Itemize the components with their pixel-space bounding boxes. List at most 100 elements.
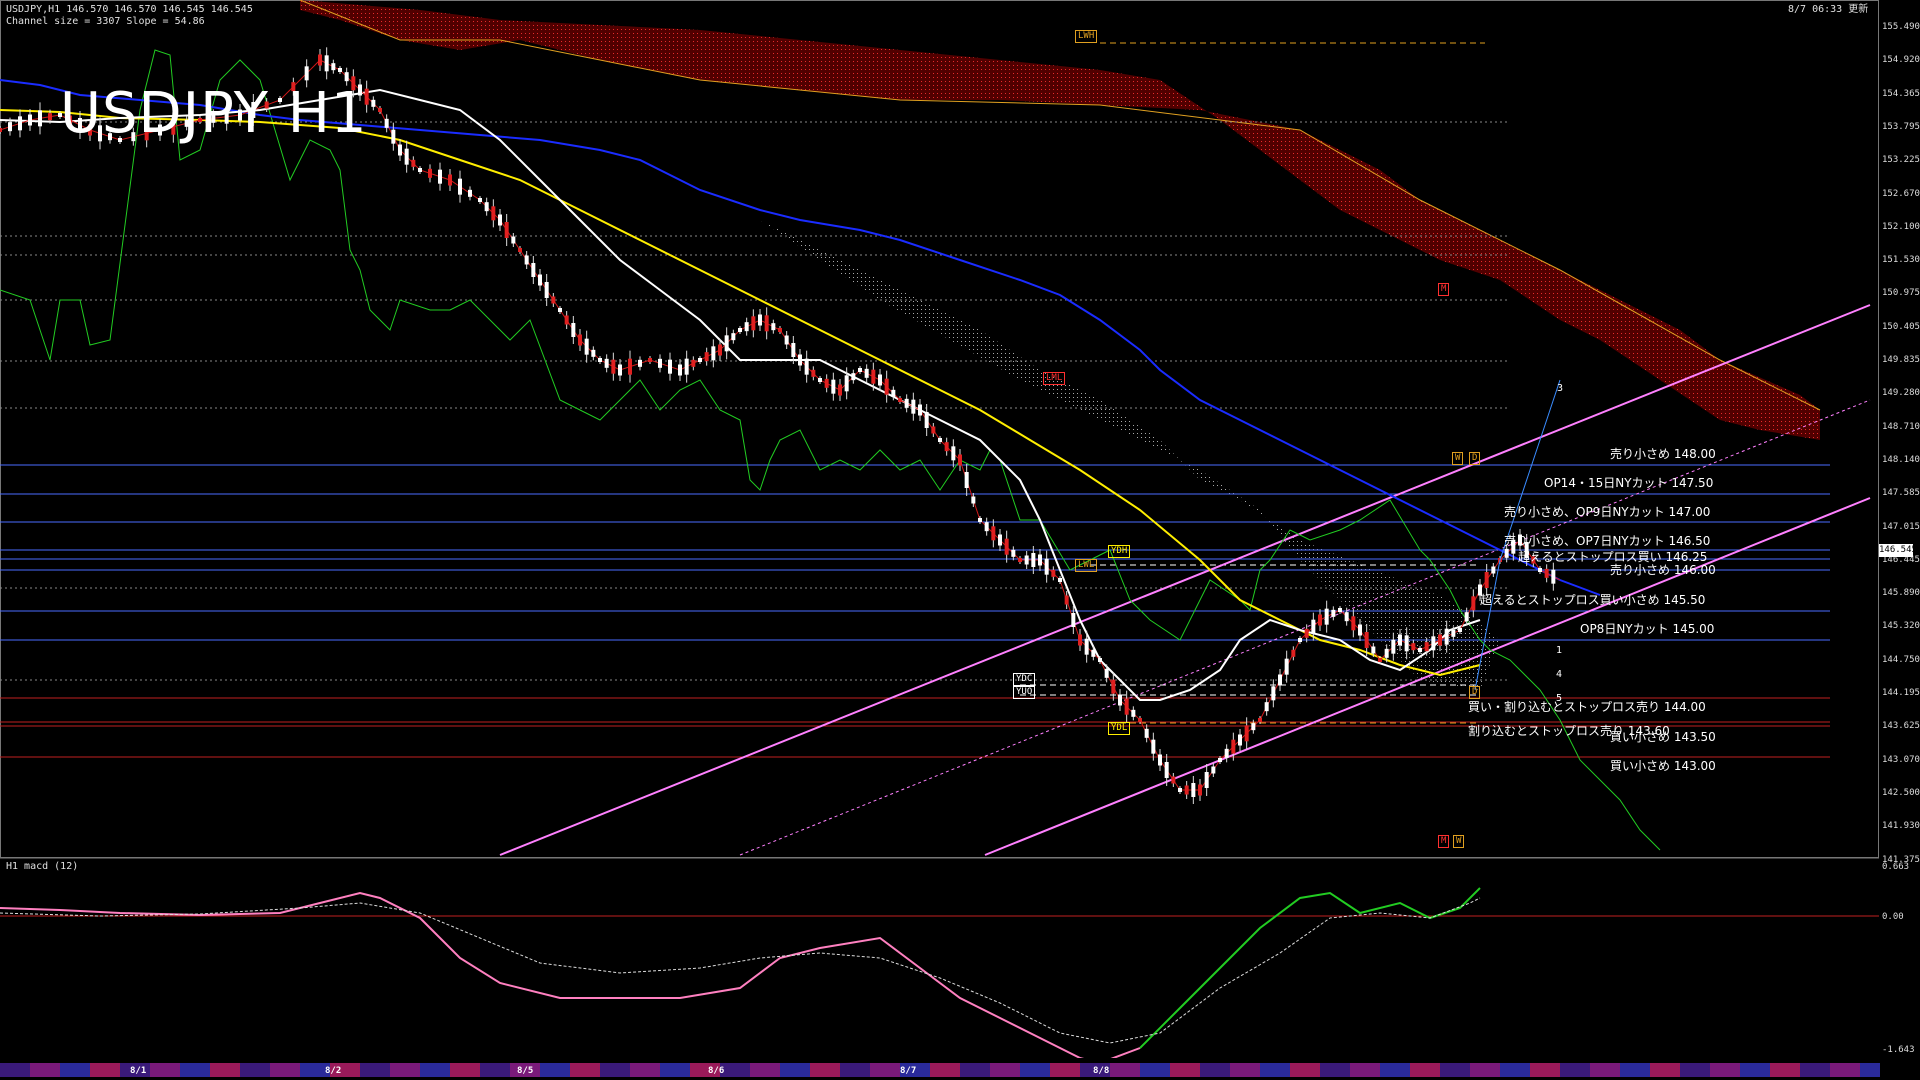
candle-body bbox=[684, 358, 689, 375]
candle-body bbox=[604, 358, 609, 368]
y-axis-label: 142.500 bbox=[1882, 787, 1920, 798]
candle-body bbox=[1178, 788, 1182, 792]
candle-body bbox=[1098, 658, 1102, 662]
wave-label-4: 4 bbox=[1556, 669, 1563, 680]
candle-body bbox=[1318, 614, 1322, 626]
candle-body bbox=[551, 296, 556, 304]
candle-body bbox=[591, 349, 596, 357]
candle-body bbox=[1331, 609, 1336, 617]
candle-body bbox=[678, 364, 682, 376]
candle-body bbox=[964, 472, 969, 488]
candle-body bbox=[1004, 538, 1009, 555]
date-label: 8/6 bbox=[708, 1066, 725, 1076]
level-label: OP8日NYカット 145.00 bbox=[1580, 622, 1715, 636]
candle-body bbox=[578, 334, 582, 346]
candle-body bbox=[1224, 748, 1229, 758]
candle-body bbox=[1144, 728, 1149, 738]
candle-body bbox=[818, 378, 822, 382]
date-label: 8/1 bbox=[130, 1066, 147, 1076]
date-label: 8/8 bbox=[1093, 1066, 1110, 1076]
candle-body bbox=[1438, 634, 1442, 646]
candle-body bbox=[691, 359, 696, 367]
tag-ydl: YDL bbox=[1108, 722, 1131, 735]
candle-body bbox=[1244, 725, 1249, 742]
candle-body bbox=[1184, 785, 1189, 795]
y-axis-label: 153.795 bbox=[1882, 121, 1920, 132]
candle-body bbox=[1504, 548, 1509, 558]
wave-label-5: 5 bbox=[1556, 693, 1563, 704]
macd-panel[interactable] bbox=[0, 858, 1880, 1058]
candle-body bbox=[1364, 632, 1369, 648]
candle-body bbox=[1238, 734, 1242, 746]
tag-w: W bbox=[1452, 452, 1464, 465]
candle-body bbox=[504, 222, 509, 238]
candle-body bbox=[1131, 709, 1136, 717]
wave-label-1: 1 bbox=[1556, 645, 1563, 656]
ichimoku-cloud-lower-span bbox=[299, 0, 1821, 411]
candle-body bbox=[1038, 554, 1042, 566]
candle-body bbox=[884, 378, 889, 395]
y-axis-label: 144.750 bbox=[1882, 654, 1920, 665]
candle-body bbox=[0, 128, 2, 132]
candle-body bbox=[991, 526, 996, 541]
candle-body bbox=[744, 322, 749, 332]
y-axis-label: 148.140 bbox=[1882, 454, 1920, 465]
candle-body bbox=[1198, 784, 1202, 796]
level-label: OP14・15日NYカット 147.50 bbox=[1544, 476, 1714, 490]
y-axis-label: 153.225 bbox=[1882, 155, 1920, 166]
candle-body bbox=[1071, 613, 1076, 627]
level-label: 売り小さめ 148.00 bbox=[1610, 447, 1716, 461]
candle-body bbox=[28, 114, 32, 126]
candle-body bbox=[1324, 608, 1329, 625]
candle-body bbox=[831, 379, 836, 394]
level-label: 売り小さめ 146.00 bbox=[1610, 563, 1716, 577]
tag-lwh: LWH bbox=[1075, 30, 1098, 43]
candle-body bbox=[898, 398, 902, 402]
candle-body bbox=[824, 378, 829, 388]
candle-body bbox=[428, 168, 432, 178]
candle-body bbox=[1411, 643, 1416, 651]
tag-m: M bbox=[1438, 835, 1450, 848]
ma-blue bbox=[0, 79, 1601, 596]
level-label: 買い小さめ 143.00 bbox=[1610, 759, 1716, 773]
candle-body bbox=[764, 315, 769, 332]
level-label: 超えるとストップロス買い小さめ 145.50 bbox=[1480, 593, 1706, 607]
update-timestamp: 8/7 06:33 更新 bbox=[1788, 4, 1869, 15]
candle-body bbox=[1344, 612, 1349, 622]
candle-body bbox=[718, 344, 722, 356]
candle-body bbox=[938, 438, 942, 442]
candle-body bbox=[1204, 772, 1209, 788]
candle-body bbox=[864, 368, 869, 378]
candle-body bbox=[1271, 686, 1276, 701]
candle-body bbox=[448, 174, 452, 186]
candle-body bbox=[1118, 694, 1122, 706]
tag-d: D bbox=[1469, 686, 1481, 699]
candle-body bbox=[1351, 616, 1356, 631]
level-label: 超えるとストップロス買い 146.25 bbox=[1518, 550, 1708, 564]
y-axis-label: 148.710 bbox=[1882, 421, 1920, 432]
candle-body bbox=[798, 354, 802, 366]
candle-body bbox=[811, 369, 816, 377]
candle-body bbox=[784, 335, 789, 345]
candle-body bbox=[1051, 569, 1056, 577]
tag-yuo: YUO bbox=[1013, 686, 1036, 699]
candle-body bbox=[324, 55, 329, 72]
candle-body bbox=[418, 168, 422, 172]
tag-w: W bbox=[1453, 835, 1465, 848]
candle-body bbox=[1031, 553, 1036, 567]
candle-body bbox=[1191, 783, 1196, 797]
candle-body bbox=[384, 118, 389, 128]
y-axis-label: 147.015 bbox=[1882, 521, 1920, 532]
date-axis-bar bbox=[0, 1063, 1880, 1077]
candle-body bbox=[698, 358, 702, 362]
candle-body bbox=[1091, 649, 1096, 657]
candle-body bbox=[944, 442, 949, 452]
candle-body bbox=[738, 328, 742, 332]
candle-body bbox=[904, 398, 909, 408]
candle-body bbox=[1418, 648, 1422, 652]
candle-body bbox=[844, 375, 849, 392]
y-axis-label: 143.625 bbox=[1882, 721, 1920, 732]
candle-body bbox=[1391, 639, 1396, 654]
candle-body bbox=[1471, 596, 1476, 611]
y-axis-label: 150.405 bbox=[1882, 321, 1920, 332]
